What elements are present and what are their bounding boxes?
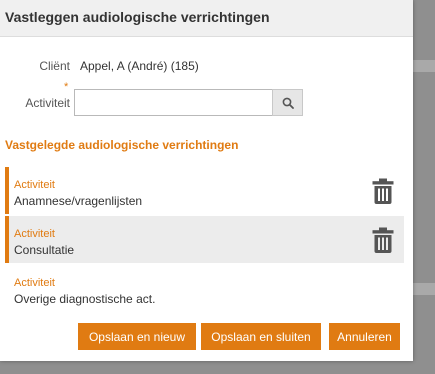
item-value: Overige diagnostische act. [14,292,156,306]
required-marker: * [64,81,69,93]
activity-label: Activiteit [25,96,70,110]
list-item[interactable]: Activiteit Overige diagnostische act. [5,265,404,312]
list-item[interactable]: Activiteit Consultatie [5,216,404,263]
client-value: Appel, A (André) (185) [80,59,199,73]
item-label: Activiteit [14,277,55,289]
dialog: Vastleggen audiologische verrichtingen C… [0,0,413,361]
search-button[interactable] [272,89,303,116]
item-value: Anamnese/vragenlijsten [14,194,143,208]
trash-icon[interactable] [372,227,394,253]
item-label: Activiteit [14,179,55,191]
activity-input[interactable] [74,89,273,116]
item-value: Consultatie [14,243,75,257]
list-item[interactable]: Activiteit Anamnese/vragenlijsten [5,167,404,214]
section-title: Vastgelegde audiologische verrichtingen [5,138,239,152]
client-label: Cliënt [39,59,70,73]
dialog-title: Vastleggen audiologische verrichtingen [0,0,413,37]
item-label: Activiteit [14,228,55,240]
search-icon [282,97,294,109]
save-new-button[interactable]: Opslaan en nieuw [78,323,196,350]
save-close-button[interactable]: Opslaan en sluiten [201,323,321,350]
cancel-button[interactable]: Annuleren [329,323,400,350]
trash-icon[interactable] [372,178,394,204]
